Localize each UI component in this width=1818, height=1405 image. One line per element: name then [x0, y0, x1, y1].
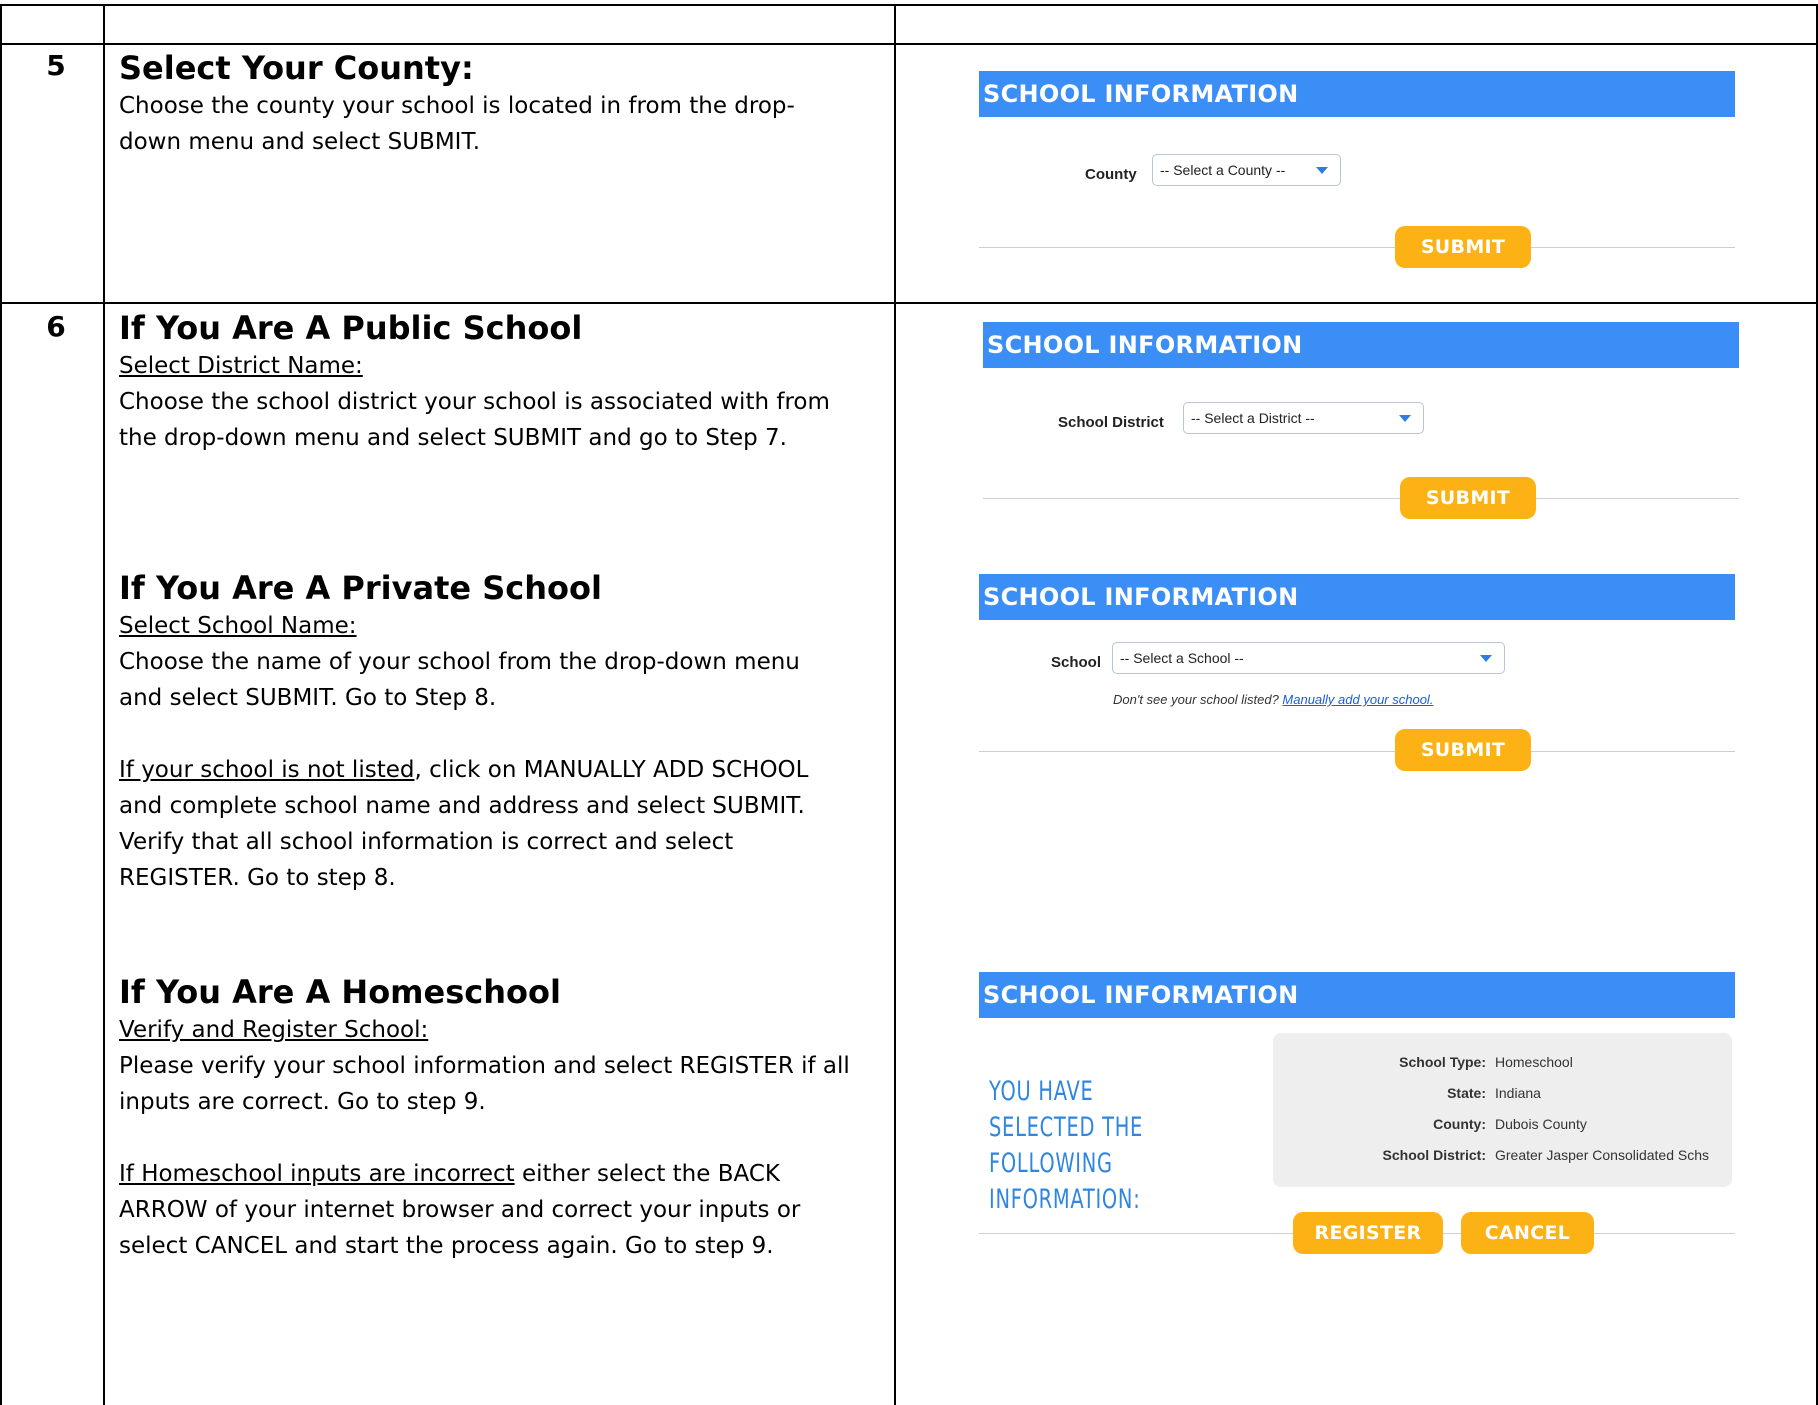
selected-info-heading-line: following information: [989, 1148, 1141, 1215]
section-body-line: select CANCEL and start the process agai… [119, 1233, 774, 1259]
school-select-value: -- Select a School -- [1120, 650, 1244, 666]
section-title: If You Are A Public School [119, 309, 583, 347]
form-divider [979, 247, 1735, 248]
info-key: School District: [1382, 1147, 1486, 1163]
section-body-line: Please verify your school information an… [119, 1053, 850, 1079]
section-subtitle: Verify and Register School: [119, 1017, 429, 1043]
info-key: County: [1433, 1116, 1486, 1132]
section-body-line: and select SUBMIT. Go to Step 8. [119, 685, 497, 711]
info-key: State: [1447, 1085, 1486, 1101]
step-body-line: Choose the county your school is located… [119, 93, 795, 119]
section-title: If You Are A Homeschool [119, 973, 561, 1011]
private-school-instructions: If You Are A Private School Select Schoo… [119, 568, 869, 896]
district-select-value: -- Select a District -- [1191, 410, 1315, 426]
section-body-line: REGISTER. Go to step 8. [119, 865, 396, 891]
info-key: School Type: [1399, 1054, 1486, 1070]
form-divider [983, 498, 1739, 499]
info-row: School Type: Homeschool [1273, 1054, 1732, 1078]
county-select-value: -- Select a County -- [1160, 162, 1286, 178]
chevron-down-icon [1316, 167, 1328, 174]
chevron-down-icon [1480, 655, 1492, 662]
section-body-line: Choose the name of your school from the … [119, 649, 800, 675]
selected-info-heading-line: You have selected the [989, 1076, 1144, 1143]
info-value: Indiana [1495, 1085, 1541, 1101]
table-border-left [0, 4, 2, 1405]
section-subtitle: Select School Name: [119, 613, 357, 639]
table-col-divider-2 [894, 4, 896, 1405]
table-col-divider-1 [103, 4, 105, 1405]
incorrect-rest: either select the BACK [514, 1161, 780, 1187]
info-row: State: Indiana [1273, 1085, 1732, 1109]
not-listed-line: If your school is not listed, click on M… [119, 752, 869, 788]
table-border-top [0, 4, 1818, 6]
step-number: 6 [46, 310, 66, 343]
selected-info-heading: You have selected the following informat… [989, 1074, 1169, 1218]
info-row: School District: Greater Jasper Consolid… [1273, 1147, 1732, 1171]
step-number: 5 [46, 49, 66, 82]
section-body-line: Verify that all school information is co… [119, 829, 734, 855]
section-body-line: ARROW of your internet browser and corre… [119, 1197, 801, 1223]
not-listed-note: Don't see your school listed? Manually a… [1113, 692, 1433, 707]
incorrect-line: If Homeschool inputs are incorrect eithe… [119, 1156, 869, 1192]
info-value: Greater Jasper Consolidated Schs [1495, 1147, 1709, 1163]
manually-add-school-link[interactable]: Manually add your school. [1282, 692, 1433, 707]
school-select[interactable]: -- Select a School -- [1112, 642, 1505, 674]
district-label: School District [1058, 414, 1164, 431]
school-info-band: SCHOOL INFORMATION [979, 574, 1735, 620]
step-5-instructions: Select Your County: Choose the county yo… [119, 48, 869, 160]
info-value: Homeschool [1495, 1054, 1573, 1070]
section-title: If You Are A Private School [119, 569, 602, 607]
submit-button[interactable]: SUBMIT [1395, 226, 1531, 268]
not-listed-note-text: Don't see your school listed? [1113, 692, 1283, 707]
district-select[interactable]: -- Select a District -- [1183, 402, 1424, 434]
school-info-band: SCHOOL INFORMATION [983, 322, 1739, 368]
step-body-line: down menu and select SUBMIT. [119, 129, 481, 155]
homeschool-instructions: If You Are A Homeschool Verify and Regis… [119, 972, 869, 1264]
section-body-line: Choose the school district your school i… [119, 389, 830, 415]
info-value: Dubois County [1495, 1116, 1587, 1132]
not-listed-lead: If your school is not listed [119, 757, 415, 783]
not-listed-rest: , click on MANUALLY ADD SCHOOL [414, 757, 809, 783]
county-select[interactable]: -- Select a County -- [1152, 154, 1341, 186]
submit-button[interactable]: SUBMIT [1395, 729, 1531, 771]
school-info-band: SCHOOL INFORMATION [979, 71, 1735, 117]
section-body-line: and complete school name and address and… [119, 793, 805, 819]
selected-info-box: School Type: Homeschool State: Indiana C… [1273, 1033, 1732, 1187]
register-button[interactable]: REGISTER [1293, 1212, 1443, 1254]
county-label: County [1085, 166, 1137, 183]
section-subtitle: Select District Name: [119, 353, 363, 379]
table-divider-step6 [0, 302, 1818, 304]
table-divider-step5 [0, 43, 1818, 45]
school-label: School [1051, 654, 1102, 671]
incorrect-lead: If Homeschool inputs are incorrect [119, 1161, 515, 1187]
section-body-line: inputs are correct. Go to step 9. [119, 1089, 486, 1115]
step-title: Select Your County: [119, 49, 474, 87]
school-info-band: SCHOOL INFORMATION [979, 972, 1735, 1018]
form-divider [979, 751, 1735, 752]
section-body-line: the drop-down menu and select SUBMIT and… [119, 425, 787, 451]
info-row: County: Dubois County [1273, 1116, 1732, 1140]
submit-button[interactable]: SUBMIT [1400, 477, 1536, 519]
public-school-instructions: If You Are A Public School Select Distri… [119, 308, 869, 456]
cancel-button[interactable]: CANCEL [1461, 1212, 1594, 1254]
chevron-down-icon [1399, 415, 1411, 422]
